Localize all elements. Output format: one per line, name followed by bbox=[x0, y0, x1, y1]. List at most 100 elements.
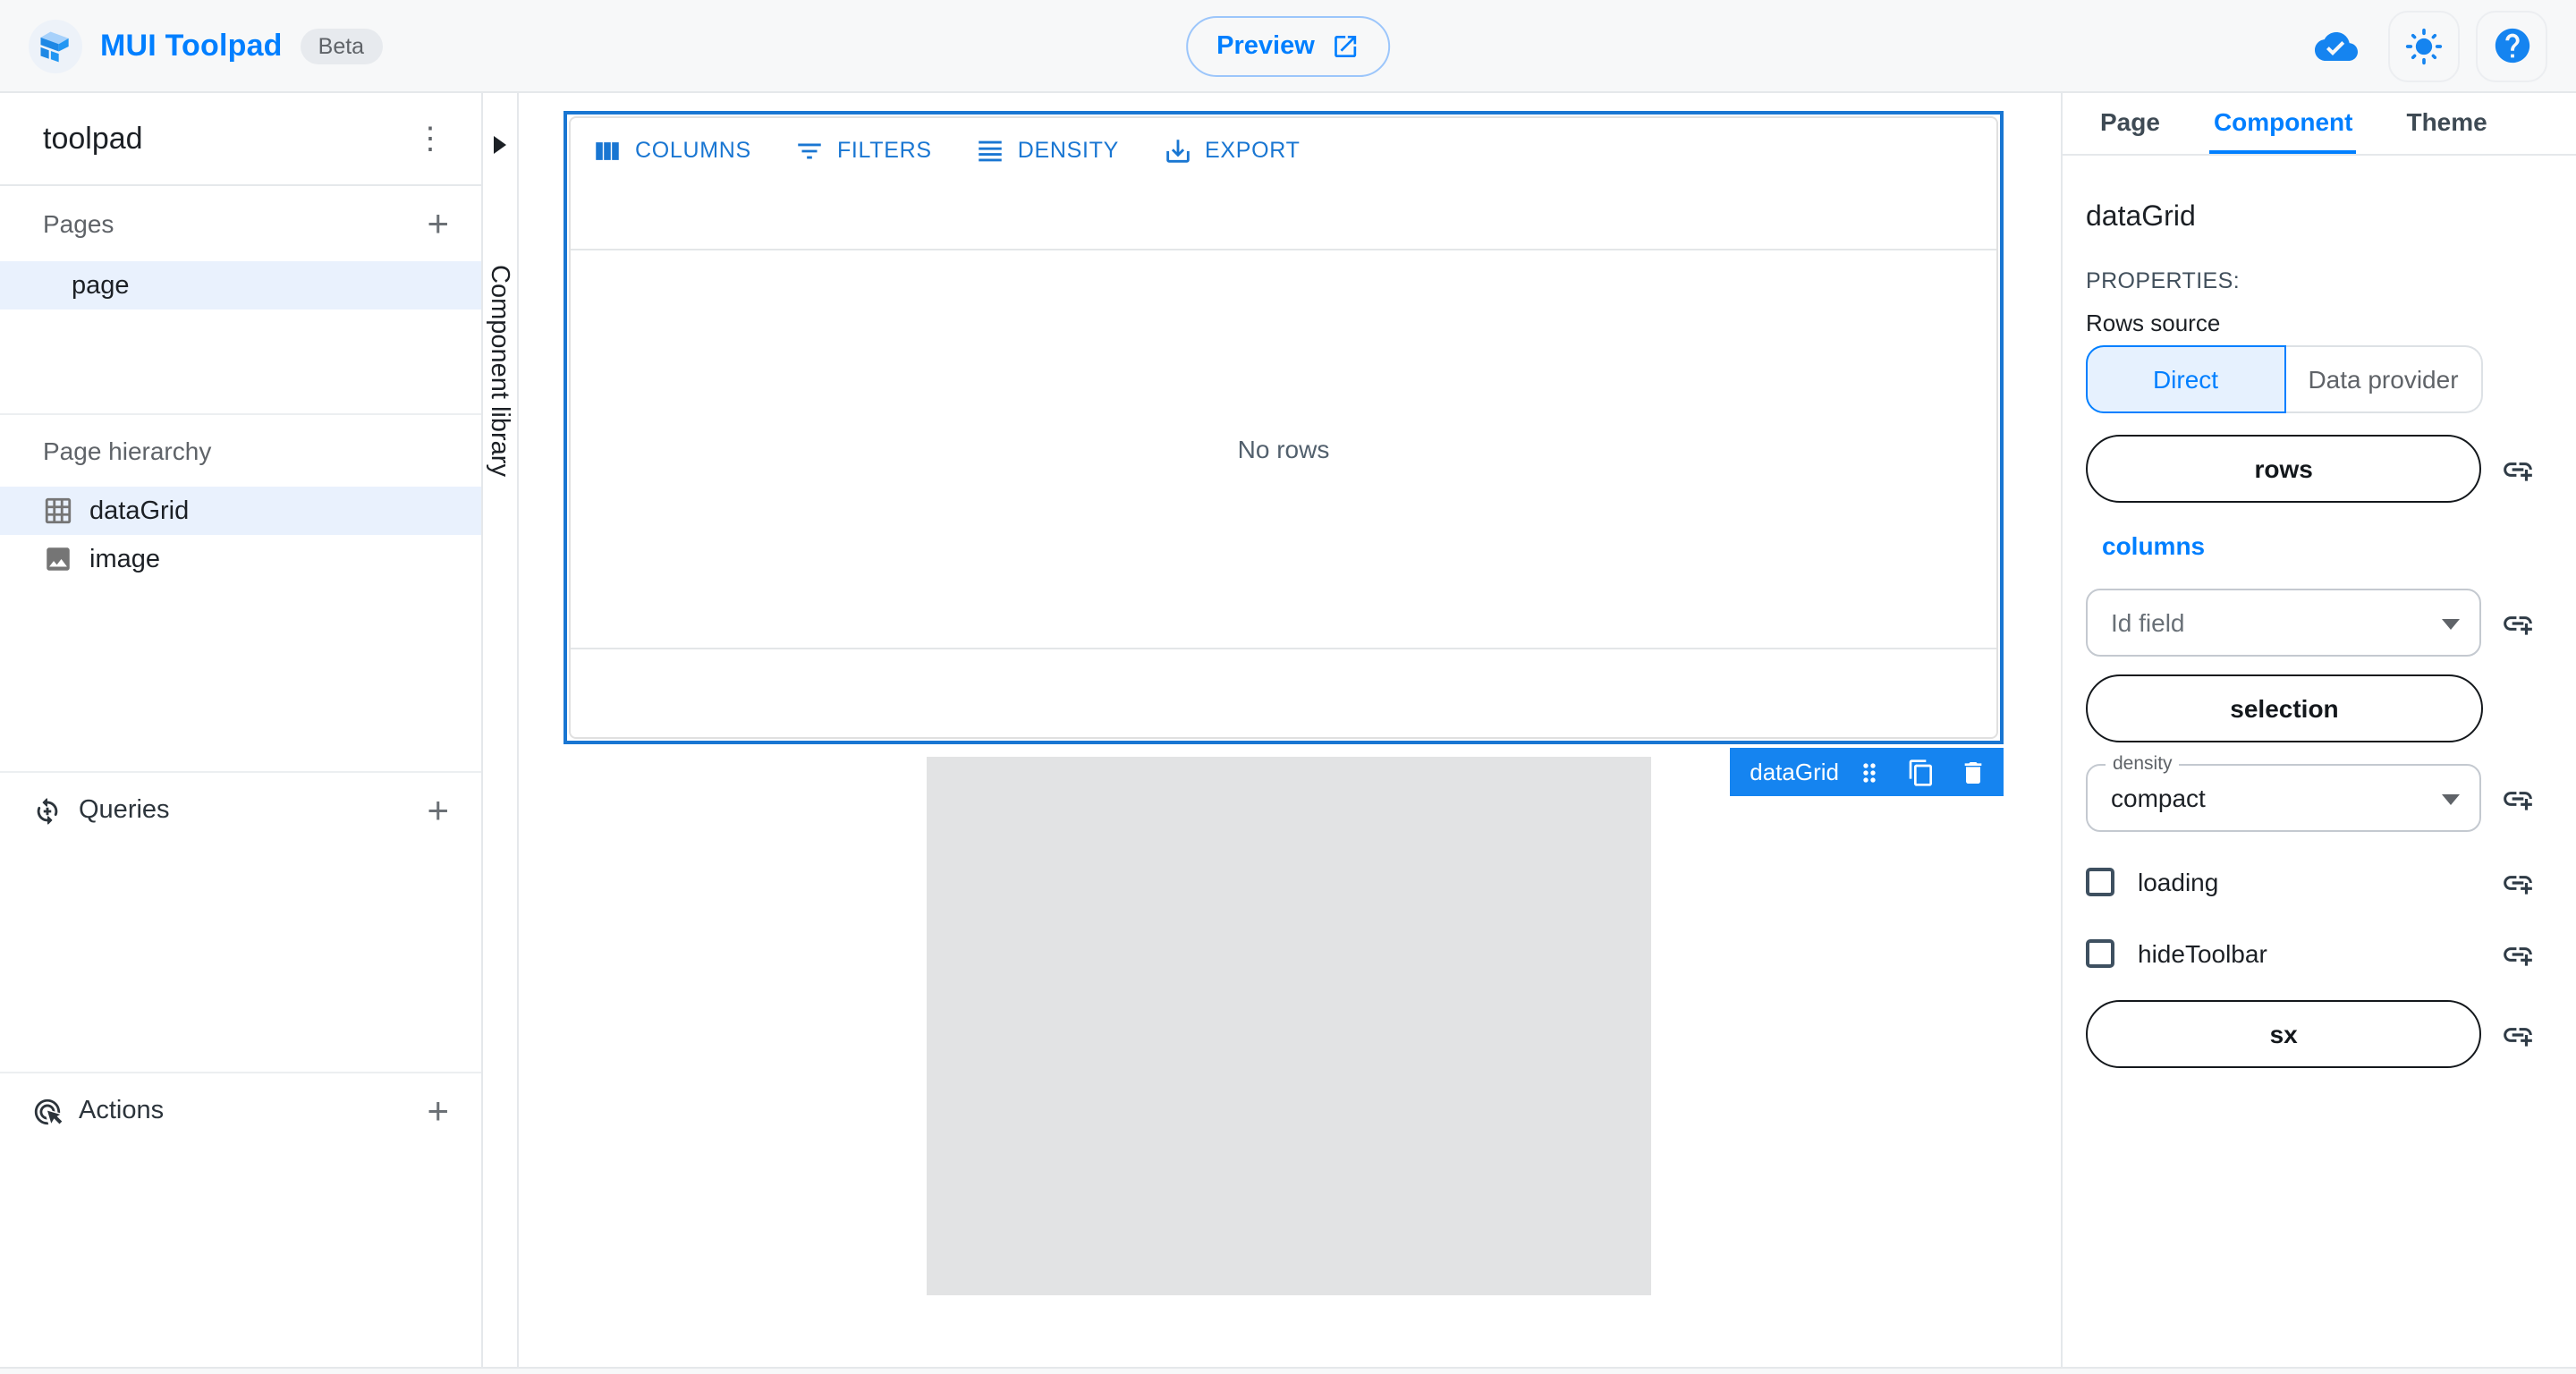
tab-page[interactable]: Page bbox=[2097, 93, 2164, 154]
pages-section: Pages + page bbox=[0, 186, 481, 415]
density-property-row: density compact bbox=[2086, 764, 2553, 832]
sx-property-row: sx bbox=[2086, 1000, 2553, 1068]
expand-library-icon[interactable] bbox=[494, 136, 506, 154]
hide-toolbar-label: hideToolbar bbox=[2138, 939, 2267, 968]
drag-handle-icon[interactable] bbox=[1855, 758, 1884, 786]
rows-property-row: rows bbox=[2086, 435, 2553, 503]
queries-section: Queries + bbox=[0, 771, 481, 1072]
sidebar-item-page[interactable]: page bbox=[0, 261, 481, 310]
datagrid-header-row bbox=[571, 182, 1996, 250]
density-value: compact bbox=[2111, 784, 2206, 812]
bind-rows-button[interactable] bbox=[2481, 452, 2553, 486]
add-action-button[interactable]: + bbox=[416, 1092, 460, 1130]
queries-icon bbox=[32, 795, 63, 826]
main-frame: toolpad ⋮ Pages + page Page hierarchy bbox=[0, 93, 2576, 1367]
loading-checkbox[interactable] bbox=[2086, 868, 2114, 896]
id-field-property-row: Id field bbox=[2086, 589, 2553, 657]
deploy-status-button[interactable] bbox=[2301, 10, 2372, 81]
actions-section-label: Actions bbox=[79, 1097, 164, 1125]
image-icon bbox=[43, 544, 73, 574]
hide-toolbar-checkbox[interactable] bbox=[2086, 939, 2114, 968]
grid-export-label: EXPORT bbox=[1205, 138, 1301, 163]
id-field-select[interactable]: Id field bbox=[2086, 589, 2481, 657]
grid-density-label: DENSITY bbox=[1018, 138, 1119, 163]
explorer-sidebar: toolpad ⋮ Pages + page Page hierarchy bbox=[0, 93, 483, 1367]
page-hierarchy-section: Page hierarchy dataGrid image bbox=[0, 413, 481, 771]
add-query-button[interactable]: + bbox=[416, 792, 460, 829]
app-bar-actions bbox=[2301, 10, 2547, 81]
component-library-strip[interactable]: Component library bbox=[483, 93, 519, 1367]
datagrid-paper: COLUMNS FILTERS DENSITY EXPORT bbox=[569, 116, 1998, 739]
hierarchy-item-datagrid-label: dataGrid bbox=[89, 496, 189, 525]
loading-label: loading bbox=[2138, 868, 2218, 896]
delete-component-button[interactable] bbox=[1959, 758, 1987, 786]
tab-component[interactable]: Component bbox=[2210, 93, 2357, 154]
grid-filters-label: FILTERS bbox=[837, 138, 932, 163]
brand[interactable]: MUI Toolpad Beta bbox=[29, 19, 382, 72]
rows-source-direct-option[interactable]: Direct bbox=[2086, 345, 2285, 413]
add-page-button[interactable]: + bbox=[416, 205, 460, 242]
grid-export-button[interactable]: EXPORT bbox=[1162, 135, 1301, 165]
density-field-label: density bbox=[2106, 753, 2180, 775]
add-link-icon bbox=[2500, 781, 2534, 815]
open-in-new-icon bbox=[1331, 32, 1360, 61]
inspector-tabs: Page Component Theme bbox=[2063, 93, 2576, 156]
datagrid-component[interactable]: COLUMNS FILTERS DENSITY EXPORT bbox=[564, 111, 2004, 744]
add-link-icon bbox=[2500, 1017, 2534, 1051]
beta-badge: Beta bbox=[301, 28, 382, 64]
columns-icon bbox=[592, 135, 623, 165]
duplicate-component-button[interactable] bbox=[1907, 758, 1936, 786]
grid-density-button[interactable]: DENSITY bbox=[975, 135, 1119, 165]
actions-icon bbox=[32, 1096, 63, 1126]
id-field-placeholder: Id field bbox=[2111, 608, 2185, 637]
sx-editor-button[interactable]: sx bbox=[2086, 1000, 2481, 1068]
export-icon bbox=[1162, 135, 1192, 165]
queries-section-label: Queries bbox=[79, 796, 170, 825]
project-menu-button[interactable]: ⋮ bbox=[404, 116, 456, 161]
toolpad-editor: MUI Toolpad Beta Preview bbox=[0, 0, 2576, 1374]
hierarchy-section-label: Page hierarchy bbox=[43, 437, 211, 465]
filter-icon bbox=[794, 135, 825, 165]
bind-hide-toolbar-button[interactable] bbox=[2481, 937, 2553, 971]
add-link-icon bbox=[2500, 606, 2534, 640]
selection-property-row: selection bbox=[2086, 674, 2553, 742]
app-bar: MUI Toolpad Beta Preview bbox=[0, 0, 2576, 93]
loading-property-row: loading bbox=[2086, 861, 2553, 903]
rows-editor-button[interactable]: rows bbox=[2086, 435, 2481, 503]
pages-section-label: Pages bbox=[43, 209, 114, 238]
density-icon bbox=[975, 135, 1005, 165]
app-title: MUI Toolpad bbox=[100, 28, 283, 64]
add-link-icon bbox=[2500, 865, 2534, 899]
rows-source-label: Rows source bbox=[2086, 310, 2553, 336]
bind-id-field-button[interactable] bbox=[2481, 606, 2553, 640]
bind-density-button[interactable] bbox=[2481, 781, 2553, 815]
rows-source-data-provider-option[interactable]: Data provider bbox=[2285, 345, 2483, 413]
cloud-done-icon bbox=[2315, 24, 2358, 67]
inspector-panel: Page Component Theme dataGrid PROPERTIES… bbox=[2061, 93, 2576, 1367]
theme-toggle-button[interactable] bbox=[2388, 10, 2460, 81]
help-button[interactable] bbox=[2476, 10, 2547, 81]
hierarchy-item-datagrid[interactable]: dataGrid bbox=[0, 487, 481, 535]
editor-canvas[interactable]: COLUMNS FILTERS DENSITY EXPORT bbox=[519, 93, 2061, 1367]
grid-filters-button[interactable]: FILTERS bbox=[794, 135, 932, 165]
bind-loading-button[interactable] bbox=[2481, 865, 2553, 899]
selection-editor-button[interactable]: selection bbox=[2086, 674, 2483, 742]
density-select[interactable]: density compact bbox=[2086, 764, 2481, 832]
mui-toolpad-logo-icon bbox=[29, 19, 82, 72]
datagrid-toolbar: COLUMNS FILTERS DENSITY EXPORT bbox=[571, 118, 1996, 182]
hierarchy-item-image-label: image bbox=[89, 545, 160, 573]
bind-sx-button[interactable] bbox=[2481, 1017, 2553, 1051]
grid-columns-button[interactable]: COLUMNS bbox=[592, 135, 751, 165]
data-grid-icon bbox=[43, 496, 73, 526]
columns-editor-link[interactable]: columns bbox=[2102, 531, 2205, 560]
sidebar-item-page-label: page bbox=[72, 271, 130, 300]
image-component-placeholder[interactable] bbox=[927, 757, 1651, 1295]
actions-section: Actions + bbox=[0, 1072, 481, 1367]
no-rows-label: No rows bbox=[1238, 435, 1330, 463]
tab-theme[interactable]: Theme bbox=[2402, 93, 2490, 154]
preview-button[interactable]: Preview bbox=[1186, 16, 1390, 77]
selection-overlay: dataGrid bbox=[1730, 748, 2004, 796]
hierarchy-item-image[interactable]: image bbox=[0, 535, 481, 583]
datagrid-footer bbox=[571, 648, 1996, 737]
project-name: toolpad bbox=[43, 121, 143, 157]
